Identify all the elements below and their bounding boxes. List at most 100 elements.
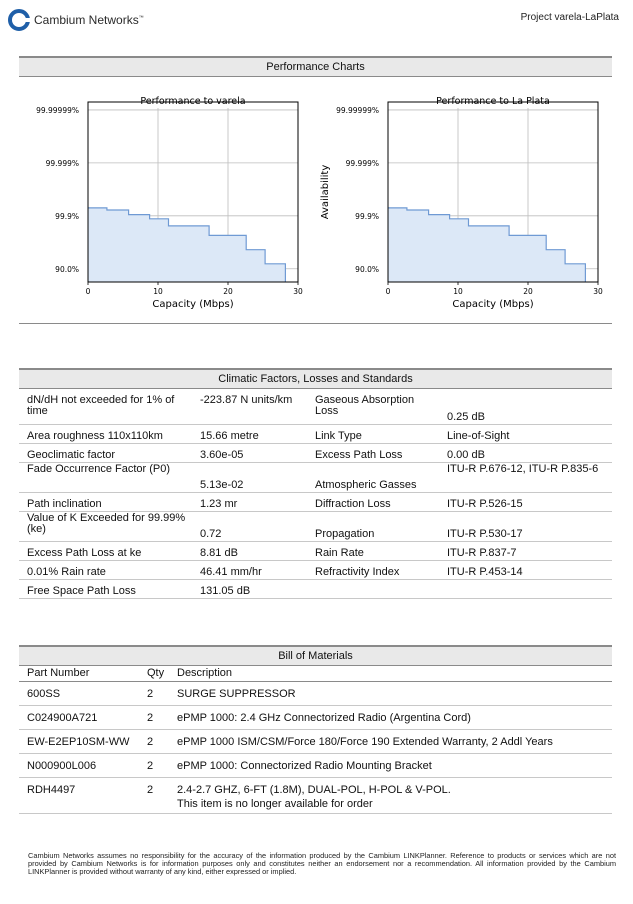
climate-label: Excess Path Loss [307,443,439,463]
bom-description-line: ePMP 1000: Connectorized Radio Mounting … [177,760,432,772]
climate-value [439,579,612,599]
y-tick-label: 99.999% [46,159,79,168]
climate-value: -223.87 N units/km [192,394,307,425]
performance-section-rule [19,323,612,324]
x-axis-label: Capacity (Mbps) [152,299,233,310]
bom-part-number: RDH4497 [19,777,139,814]
climate-label: Free Space Path Loss [19,579,192,599]
climate-row: 0.01% Rain rate 46.41 mm/hr Refractivity I… [19,560,612,580]
y-tick-label: 99.99999% [336,106,379,115]
y-tick-label: 99.9% [355,212,379,221]
climate-label: Propagation [307,511,439,542]
bom-header-row: Part Number Qty Description [19,665,612,682]
climate-label: Path inclination [19,492,192,512]
climate-row: Excess Path Loss at ke 8.81 dB Rain Rate IT… [19,541,612,561]
bom-part-number: 600SS [19,681,139,706]
climate-row: Area roughness 110x110km 15.66 metre Link … [19,424,612,444]
bom-description: ePMP 1000 ISM/CSM/Force 180/Force 190 Ex… [169,729,612,754]
climate-value: ITU-R P.526-15 [439,492,612,512]
x-tick-label: 30 [293,287,303,296]
bom-row: C024900A721 2 ePMP 1000: 2.4 GHz Connector… [19,705,612,730]
climate-label: Area roughness 110x110km [19,424,192,444]
disclaimer-text: Cambium Networks assumes no responsibili… [28,851,616,876]
climate-row: Free Space Path Loss 131.05 dB [19,579,612,599]
climate-label: Excess Path Loss at ke [19,541,192,561]
climate-value: 3.60e-05 [192,443,307,463]
bom-description-line: 2.4-2.7 GHZ, 6-FT (1.8M), DUAL-POL, H-PO… [177,784,451,796]
climate-row: Fade Occurrence Factor (P0) 5.13e-02 Atmos… [19,462,612,493]
bom-description-line: SURGE SUPPRESSOR [177,688,296,700]
climate-label [307,579,439,599]
climate-value: ITU-R P.453-14 [439,560,612,580]
bom-row: RDH4497 2 2.4-2.7 GHZ, 6-FT (1.8M), DUAL-P… [19,777,612,814]
bom-qty: 2 [139,777,169,814]
bom-description: ePMP 1000: 2.4 GHz Connectorized Radio (… [169,705,612,730]
chart-la-plata: Performance to La Plata99.99999%99.999%9… [320,96,603,310]
climate-value: 15.66 metre [192,424,307,444]
availability-area [388,207,586,282]
bom-description-line: ePMP 1000 ISM/CSM/Force 180/Force 190 Ex… [177,736,553,748]
brand-name: Cambium Networks™ [34,13,144,27]
cambium-logo-icon [8,9,30,31]
bom-description: SURGE SUPPRESSOR [169,681,612,706]
x-tick-label: 0 [86,287,91,296]
x-tick-label: 30 [593,287,603,296]
y-tick-label: 99.999% [346,159,379,168]
bom-heading: Bill of Materials [19,645,612,666]
y-tick-label: 90.0% [55,265,79,274]
climate-value: 0.72 [192,511,307,542]
bom-row: EW-E2EP10SM-WW 2 ePMP 1000 ISM/CSM/Force 1… [19,729,612,754]
climate-label: Diffraction Loss [307,492,439,512]
bom-qty: 2 [139,681,169,706]
bom-availability-note: This item is no longer available for ord… [177,798,373,810]
climate-row: Path inclination 1.23 mr Diffraction Loss I… [19,492,612,512]
x-tick-label: 10 [453,287,463,296]
climate-value: 46.41 mm/hr [192,560,307,580]
y-axis-label: Availability [320,165,331,220]
bom-row: N000900L006 2 ePMP 1000: Connectorized Rad… [19,753,612,778]
bom-column-header: Part Number [19,665,139,682]
x-axis-label: Capacity (Mbps) [452,299,533,310]
project-name: Project varela-LaPlata [520,12,619,23]
x-tick-label: 0 [386,287,391,296]
bom-part-number: N000900L006 [19,753,139,778]
climate-label: Value of K Exceeded for 99.99% (ke) [19,511,192,542]
climate-label: Fade Occurrence Factor (P0) [19,462,192,493]
cambium-logo: Cambium Networks™ [8,8,158,32]
climate-label: Geoclimatic factor [19,443,192,463]
availability-area [88,207,286,282]
climate-row: dN/dH not exceeded for 1% of time -223.87… [19,394,612,425]
climate-label: 0.01% Rain rate [19,560,192,580]
climate-value: ITU-R P.530-17 [439,511,612,542]
bom-description: 2.4-2.7 GHZ, 6-FT (1.8M), DUAL-POL, H-PO… [169,777,612,814]
climate-label: Gaseous Absorption Loss [307,394,439,425]
x-tick-label: 20 [223,287,233,296]
climate-table: dN/dH not exceeded for 1% of time -223.87… [19,394,612,599]
bom-qty: 2 [139,753,169,778]
climate-label: Atmospheric Gasses [307,462,439,493]
bom-row: 600SS 2 SURGE SUPPRESSOR [19,681,612,706]
x-tick-label: 20 [523,287,533,296]
bom-part-number: EW-E2EP10SM-WW [19,729,139,754]
bom-column-header: Qty [139,665,169,682]
y-tick-label: 90.0% [355,265,379,274]
climate-row: Value of K Exceeded for 99.99% (ke) 0.72 P… [19,511,612,542]
bom-table: Part Number Qty Description 600SS 2 SURGE SUP… [19,665,612,814]
climate-value: 1.23 mr [192,492,307,512]
climate-value: 8.81 dB [192,541,307,561]
bom-description-line: ePMP 1000: 2.4 GHz Connectorized Radio (… [177,712,471,724]
performance-heading: Performance Charts [19,56,612,77]
y-tick-label: 99.99999% [36,106,79,115]
climate-row: Geoclimatic factor 3.60e-05 Excess Path Lo… [19,443,612,463]
climate-label: Link Type [307,424,439,444]
y-tick-label: 99.9% [55,212,79,221]
climate-value: 5.13e-02 [192,462,307,493]
climate-value: Line-of-Sight [439,424,612,444]
climate-label: Refractivity Index [307,560,439,580]
performance-charts: Performance to varela99.99999%99.999%99.… [36,96,603,310]
climate-label: Rain Rate [307,541,439,561]
climate-label: dN/dH not exceeded for 1% of time [19,394,192,425]
climate-value: 0.25 dB [439,394,612,425]
bom-part-number: C024900A721 [19,705,139,730]
bom-column-header: Description [169,665,612,682]
